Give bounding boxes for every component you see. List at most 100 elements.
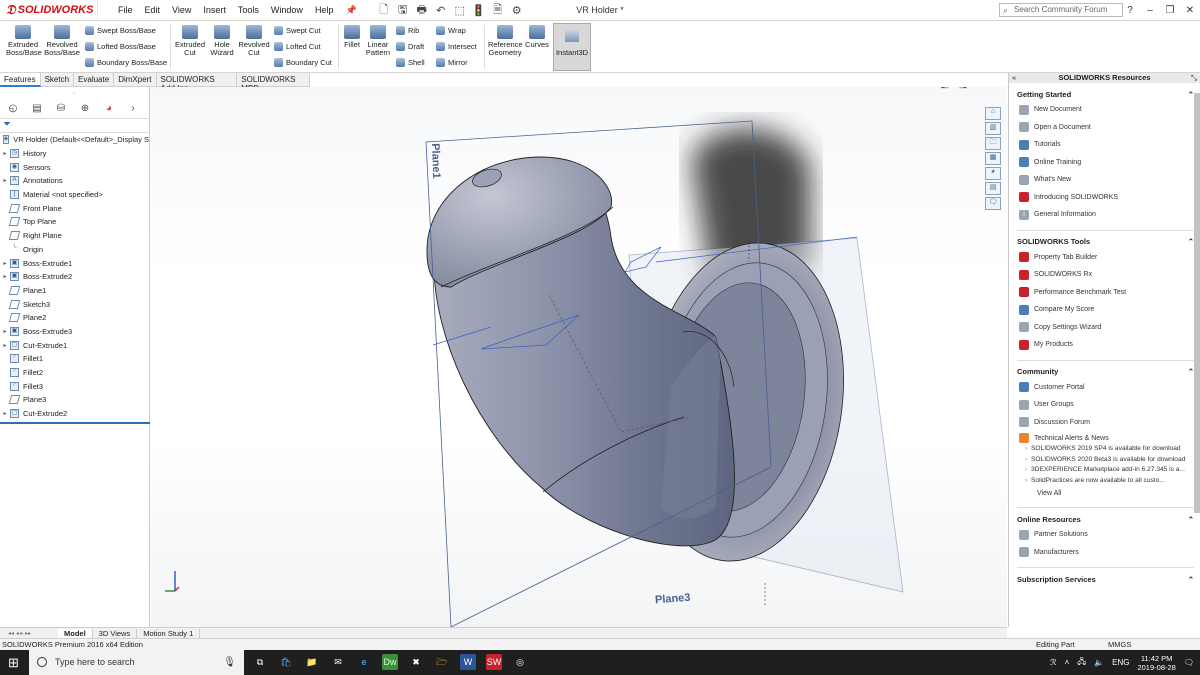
open-document-link[interactable]: Open a Document <box>1017 119 1194 137</box>
dreamweaver-icon[interactable]: Dw <box>382 654 398 670</box>
graphics-area[interactable]: ⌕ ⊡ ↩ ◧ ⌘ ◫ ◭ ◉ ◕ ◑ ▭ <box>151 87 1007 627</box>
menu-file[interactable]: File <box>112 5 139 16</box>
tab-dimxpert[interactable]: DimXpert <box>114 73 157 87</box>
partner-solutions-link[interactable]: Partner Solutions <box>1017 526 1194 544</box>
new-document-link[interactable]: New Document <box>1017 101 1194 119</box>
extruded-boss-button[interactable]: Extruded Boss/Base <box>6 25 42 57</box>
expand-icon[interactable]: ▸ <box>0 260 10 267</box>
volume-icon[interactable]: 🔈 <box>1094 658 1104 667</box>
tile-icon[interactable]: ◨ <box>959 87 968 90</box>
microphone-icon[interactable]: 🎙 <box>223 650 236 675</box>
mirror-button[interactable]: Mirror <box>436 58 468 67</box>
hole-wizard-button[interactable]: Hole Wizard <box>208 25 236 57</box>
store-icon[interactable]: 🛍 <box>278 654 294 670</box>
expand-icon[interactable]: ▸ <box>0 328 10 335</box>
chevron-right-icon[interactable]: › <box>124 103 142 117</box>
pin-icon[interactable]: ⤡ <box>1191 73 1197 83</box>
discussion-forum-link[interactable]: Discussion Forum <box>1017 414 1194 432</box>
file-explorer-icon[interactable]: 📁 <box>304 654 320 670</box>
tab-3d-views[interactable]: 3D Views <box>93 628 138 638</box>
user-groups-link[interactable]: User Groups <box>1017 396 1194 414</box>
status-units[interactable]: MMGS <box>1108 639 1131 650</box>
expand-icon[interactable]: ▸ <box>0 177 10 184</box>
copy-settings-link[interactable]: Copy Settings Wizard <box>1017 319 1194 337</box>
rebuild-icon[interactable]: 🚦 <box>472 4 486 17</box>
revolved-boss-button[interactable]: Revolved Boss/Base <box>44 25 80 57</box>
curves-button[interactable]: Curves <box>525 25 549 49</box>
tab-motion-study[interactable]: Motion Study 1 <box>137 628 201 638</box>
intersect-button[interactable]: Intersect <box>436 42 477 51</box>
menu-help[interactable]: Help <box>309 5 340 16</box>
tree-item[interactable]: ▸ ▢ Cut-Extrude1 <box>0 338 149 352</box>
feature-manager-icon[interactable]: ◵ <box>4 103 22 117</box>
solidworks-rx-link[interactable]: SOLIDWORKS Rx <box>1017 266 1194 284</box>
display-manager-icon[interactable]: ◕ <box>100 103 118 117</box>
print-icon[interactable]: 🖶 <box>415 1 429 20</box>
compare-score-link[interactable]: Compare My Score <box>1017 301 1194 319</box>
customer-portal-link[interactable]: Customer Portal <box>1017 379 1194 397</box>
tree-item[interactable]: ▸ ▣ Boss-Extrude2 <box>0 270 149 284</box>
search-community-input[interactable]: ⌕ Search Community Forum <box>999 3 1123 17</box>
network-icon[interactable]: 🖧 <box>1077 656 1086 670</box>
expand-icon[interactable]: ▸ <box>0 342 10 349</box>
boundary-boss-button[interactable]: Boundary Boss/Base <box>85 58 167 67</box>
xbox-icon[interactable]: ✖ <box>408 654 424 670</box>
tree-item[interactable]: Plane1 <box>0 284 149 298</box>
clock[interactable]: 11:42 PM 2019-08-28 <box>1137 654 1175 672</box>
menu-window[interactable]: Window <box>265 5 309 16</box>
tree-root[interactable]: ◈ VR Holder (Default<<Default>_Display S <box>0 133 149 147</box>
section-header[interactable]: Online Resources ⌃ <box>1017 512 1194 526</box>
save-icon[interactable]: 🖫 <box>396 1 410 20</box>
folder-icon[interactable]: 🗁 <box>434 654 450 670</box>
property-manager-icon[interactable]: ▤ <box>28 103 46 117</box>
lofted-cut-button[interactable]: Lofted Cut <box>274 42 321 51</box>
dimxpert-manager-icon[interactable]: ⊕ <box>76 103 94 117</box>
menu-insert[interactable]: Insert <box>197 5 232 16</box>
shell-button[interactable]: Shell <box>396 58 425 67</box>
tab-model[interactable]: Model <box>58 628 93 638</box>
rollback-bar[interactable] <box>0 422 150 424</box>
expand-icon[interactable]: ▸ <box>0 410 10 417</box>
swept-cut-button[interactable]: Swept Cut <box>274 26 321 35</box>
section-header[interactable]: SOLIDWORKS Tools ⌃ <box>1017 235 1194 249</box>
file-explorer-icon[interactable]: 🗀 <box>985 137 1001 150</box>
property-tab-builder-link[interactable]: Property Tab Builder <box>1017 249 1194 267</box>
tree-item[interactable]: Plane3 <box>0 393 149 407</box>
task-view-icon[interactable]: ⧉ <box>252 654 268 670</box>
fillet-button[interactable]: Fillet <box>342 25 362 49</box>
rib-button[interactable]: Rib <box>396 26 419 35</box>
tree-item[interactable]: ◜ Fillet1 <box>0 352 149 366</box>
tree-item[interactable]: ◜ Fillet3 <box>0 379 149 393</box>
home-icon[interactable]: ⌂ <box>985 107 1001 120</box>
design-library-icon[interactable]: ▥ <box>985 122 1001 135</box>
menu-edit[interactable]: Edit <box>139 5 167 16</box>
view-all-link[interactable]: View All <box>1017 487 1194 501</box>
whats-new-link[interactable]: What's New <box>1017 171 1194 189</box>
close-view-icon[interactable]: ✕ <box>995 87 1003 90</box>
tree-item[interactable]: ▸ ▢ Cut-Extrude2 <box>0 407 149 421</box>
pin-icon[interactable]: 📌 <box>339 5 362 16</box>
windows-start-icon[interactable]: ⊞ <box>8 655 19 671</box>
draft-button[interactable]: Draft <box>396 42 424 51</box>
tab-features[interactable]: Features <box>0 73 41 87</box>
app-icon[interactable]: ◎ <box>512 654 528 670</box>
section-header[interactable]: Community ⌃ <box>1017 365 1194 379</box>
tree-item[interactable]: Front Plane <box>0 201 149 215</box>
revolved-cut-button[interactable]: Revolved Cut <box>238 25 270 57</box>
extruded-cut-button[interactable]: Extruded Cut <box>174 25 206 57</box>
section-header[interactable]: Getting Started ⌃ <box>1017 87 1194 101</box>
new-doc-icon[interactable]: 🗋 <box>377 1 391 20</box>
my-products-link[interactable]: My Products <box>1017 336 1194 354</box>
tab-addins[interactable]: SOLIDWORKS Add-Ins <box>157 73 238 93</box>
tree-item[interactable]: Plane2 <box>0 311 149 325</box>
instant3d-button[interactable]: Instant3D <box>553 23 591 71</box>
benchmark-test-link[interactable]: Performance Benchmark Test <box>1017 284 1194 302</box>
tutorials-link[interactable]: Tutorials <box>1017 136 1194 154</box>
tree-item[interactable]: Sketch3 <box>0 297 149 311</box>
boundary-cut-button[interactable]: Boundary Cut <box>274 58 332 67</box>
panel-grip[interactable]: ◦ <box>0 87 149 101</box>
online-training-link[interactable]: Online Training <box>1017 154 1194 172</box>
technical-alerts-link[interactable]: Technical Alerts & News <box>1017 431 1194 445</box>
news-item[interactable]: SolidPractices are now available to all … <box>1017 477 1194 485</box>
tree-item[interactable]: ◜ Fillet2 <box>0 366 149 380</box>
